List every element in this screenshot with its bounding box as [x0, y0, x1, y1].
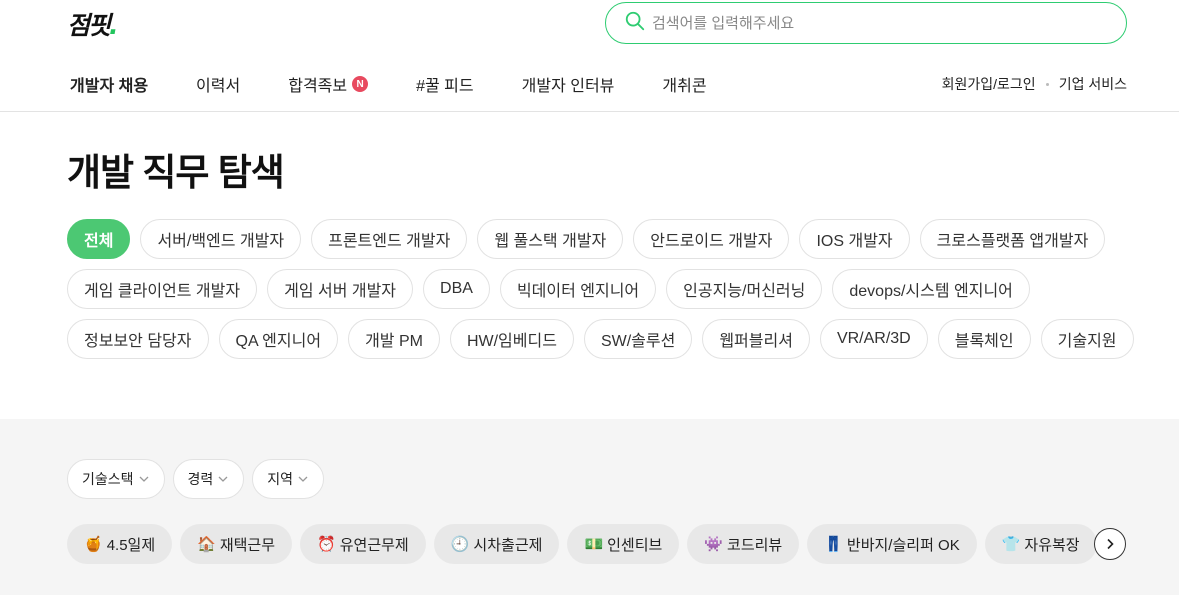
carousel-next-button[interactable] [1094, 528, 1126, 560]
job-chip[interactable]: 안드로이드 개발자 [633, 219, 790, 259]
nav-item-resume[interactable]: 이력서 [196, 72, 240, 96]
nav-item-label: 합격족보 [288, 78, 348, 95]
job-chip[interactable]: 프론트엔드 개발자 [311, 219, 468, 259]
alien-monster-icon: 👾 [704, 535, 724, 553]
job-chip[interactable]: IOS 개발자 [799, 219, 910, 259]
house-icon: 🏠 [197, 535, 216, 553]
jeans-icon: 👖 [824, 535, 843, 553]
tag-label: 코드리뷰 [727, 536, 783, 554]
chevron-right-icon [1107, 538, 1114, 550]
money-icon: 💵 [584, 535, 604, 553]
alarm-clock-icon: ⏰ [317, 535, 336, 553]
job-chip[interactable]: 빅데이터 엔지니어 [499, 269, 657, 309]
logo[interactable]: 점핏. [67, 6, 118, 42]
nav-item-label: 이력서 [196, 78, 241, 95]
filter-dropdowns: 기술스택 경력 지역 [67, 459, 332, 499]
nav-item-label: #꿀 피드 [416, 78, 474, 95]
nav-item-label: 개취콘 [662, 78, 707, 95]
filter-label: 기술스택 [82, 471, 134, 487]
chevron-down-icon [218, 476, 228, 482]
main-nav: 개발자 채용 이력서 합격족보 N #꿀 피드 개발자 인터뷰 개취콘 회원가입/… [0, 60, 1179, 112]
benefit-tag[interactable]: 💵 인센티브 [567, 524, 680, 564]
job-chip-row-3: 정보보안 담당자 QA 엔지니어 개발 PM HW/임베디드 SW/솔루션 웹퍼… [67, 319, 1144, 359]
job-chip[interactable]: VR/AR/3D [819, 319, 928, 359]
job-chip[interactable]: 크로스플랫폼 앱개발자 [919, 219, 1106, 259]
filter-section: 기술스택 경력 지역 🍯 4.5일제 🏠 재택근무 ⏰ 유연근무제 🕘 시차출근제 💵 인… [0, 419, 1179, 595]
separator-dot [1045, 82, 1049, 86]
job-chip[interactable]: 개발 PM [348, 319, 440, 359]
filter-label: 경력 [187, 471, 214, 487]
business-link[interactable]: 기업 서비스 [1059, 74, 1127, 94]
nav-right: 회원가입/로그인 기업 서비스 [942, 74, 1127, 94]
search-icon [624, 10, 646, 37]
page: 점핏. 개발자 채용 이력서 합격족보N #꿀 피드 개발자 인터뷰 개취콘 회… [0, 0, 1179, 595]
benefit-tags: 🍯 4.5일제 🏠 재택근무 ⏰ 유연근무제 🕘 시차출근제 💵 인센티브 👾 코드리뷰 👖… [67, 524, 1107, 564]
nav-item-feed[interactable]: #꿀 피드 [416, 72, 474, 96]
job-chip[interactable]: 게임 서버 개발자 [267, 269, 414, 309]
region-filter[interactable]: 지역 [252, 459, 325, 499]
job-chip[interactable]: SW/솔루션 [583, 319, 693, 359]
tag-label: 인센티브 [607, 536, 663, 554]
job-chip-all[interactable]: 전체 [67, 219, 131, 259]
search-bar[interactable] [605, 2, 1127, 44]
filter-label: 지역 [267, 471, 294, 487]
nav-item-concert[interactable]: 개취콘 [662, 72, 706, 96]
nav-item-jobs[interactable]: 개발자 채용 [70, 72, 148, 96]
clock-icon: 🕘 [450, 535, 470, 553]
job-chip[interactable]: 블록체인 [937, 319, 1031, 359]
top-bar: 점핏. [0, 0, 1179, 44]
chevron-down-icon [139, 476, 148, 482]
chevron-down-icon [298, 476, 308, 482]
tag-label: 자유복장 [1024, 536, 1080, 554]
career-filter[interactable]: 경력 [172, 459, 245, 499]
tshirt-icon: 👕 [1001, 535, 1021, 553]
nav-item-pass-guide[interactable]: 합격족보 N [288, 72, 369, 96]
job-chip[interactable]: 인공지능/머신러닝 [666, 269, 823, 309]
job-chip-row-1: 전체 서버/백엔드 개발자 프론트엔드 개발자 웹 풀스택 개발자 안드로이드 … [67, 219, 1115, 259]
tag-label: 반바지/슬리퍼 OK [846, 536, 960, 554]
job-chip[interactable]: 웹 풀스택 개발자 [477, 219, 624, 259]
job-chip[interactable]: devops/시스템 엔지니어 [832, 269, 1030, 309]
job-chip[interactable]: 정보보안 담당자 [67, 319, 209, 359]
benefit-tag[interactable]: 🏠 재택근무 [180, 524, 293, 564]
search-input[interactable] [652, 14, 1092, 32]
tech-stack-filter[interactable]: 기술스택 [67, 459, 165, 499]
logo-text: 점핏 [67, 11, 111, 40]
tag-label: 4.5일제 [106, 536, 156, 554]
job-chip[interactable]: 서버/백엔드 개발자 [140, 219, 302, 259]
logo-dot: . [109, 11, 118, 40]
nav-items: 개발자 채용 이력서 합격족보 N #꿀 피드 개발자 인터뷰 개취콘 [70, 72, 755, 96]
benefit-tag[interactable]: 🍯 4.5일제 [67, 524, 173, 564]
nav-item-label: 개발자 인터뷰 [521, 78, 615, 95]
login-link[interactable]: 회원가입/로그인 [942, 74, 1036, 94]
job-chip[interactable]: HW/임베디드 [449, 319, 574, 359]
benefit-tag[interactable]: ⏰ 유연근무제 [300, 524, 426, 564]
benefit-tag[interactable]: 👾 코드리뷰 [687, 524, 800, 564]
nav-item-label: 개발자 채용 [70, 78, 149, 95]
benefit-tag-carousel: 🍯 4.5일제 🏠 재택근무 ⏰ 유연근무제 🕘 시차출근제 💵 인센티브 👾 코드리뷰 👖… [67, 524, 1107, 564]
job-chip[interactable]: 웹퍼블리셔 [702, 319, 810, 359]
tag-label: 유연근무제 [339, 536, 409, 554]
page-title: 개발 직무 탐색 [67, 152, 285, 193]
honey-icon: 🍯 [84, 535, 103, 553]
job-chip[interactable]: 기술지원 [1040, 319, 1134, 359]
job-chip[interactable]: QA 엔지니어 [218, 319, 339, 359]
tag-label: 시차출근제 [473, 536, 543, 554]
benefit-tag[interactable]: 👕 자유복장 [984, 524, 1097, 564]
job-chip-row-2: 게임 클라이언트 개발자 게임 서버 개발자 DBA 빅데이터 엔지니어 인공지… [67, 269, 1040, 309]
benefit-tag[interactable]: 🕘 시차출근제 [433, 524, 560, 564]
job-chip[interactable]: DBA [423, 269, 490, 309]
benefit-tag[interactable]: 👖 반바지/슬리퍼 OK [807, 524, 977, 564]
job-chip[interactable]: 게임 클라이언트 개발자 [67, 269, 258, 309]
tag-label: 재택근무 [219, 536, 276, 554]
nav-item-interview[interactable]: 개발자 인터뷰 [522, 72, 615, 96]
new-badge: N [352, 76, 369, 92]
